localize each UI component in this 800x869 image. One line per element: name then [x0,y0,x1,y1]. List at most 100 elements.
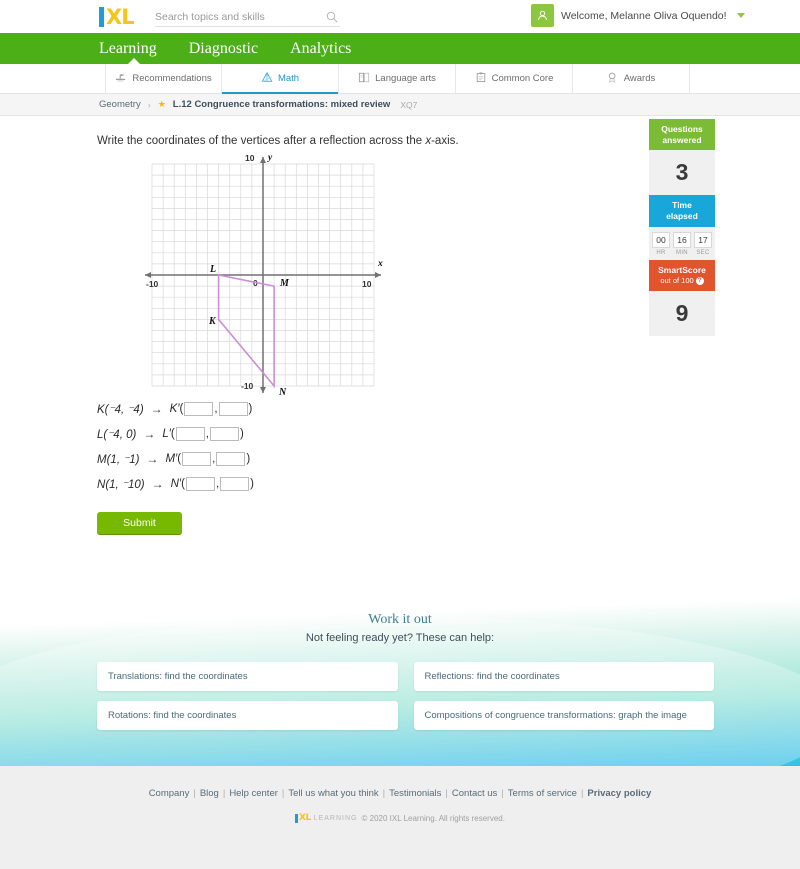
nav-item-analytics[interactable]: Analytics [290,33,351,64]
arrow-icon: → [143,426,156,441]
tab-awards[interactable]: Awards [573,64,690,93]
work-it-out-section: Work it out Not feeling ready yet? These… [0,598,800,766]
ixl-logo[interactable]: XL [99,6,135,27]
help-link-compositions[interactable]: Compositions of congruence transformatio… [413,701,714,730]
footer-link-company[interactable]: Company [149,788,190,799]
search-input[interactable] [155,10,315,23]
footer-link-help-center[interactable]: Help center [229,788,278,799]
answer-input-x[interactable] [175,426,205,441]
time-sec-value: 17 [694,231,712,248]
nav-item-diagnostic[interactable]: Diagnostic [189,33,258,64]
time-min-unit: MIN [676,249,688,256]
top-header: XL Welcome, Melanne Oliva Oquendo! [0,0,800,33]
coordinate-graph: x y -10 10 10 -10 0 L M K N [140,146,390,406]
chevron-down-icon[interactable] [736,13,745,18]
vertex-label-N: N [278,387,287,398]
x-tick-pos10: 10 [362,279,372,289]
skill-code: XQ7 [400,99,418,110]
math-icon [261,71,273,86]
smartscore-sub-text: out of 100 [660,276,694,286]
help-link-translations[interactable]: Translations: find the coordinates [97,662,398,691]
vertex-coords: (⁻4, 0) [103,428,137,441]
answer-input-y[interactable] [218,401,248,416]
open-paren: ( [179,402,184,415]
close-paren: ) [239,427,244,440]
footer-link-privacy[interactable]: Privacy policy [587,788,651,799]
footer-link-terms[interactable]: Terms of service [508,788,577,799]
comma: , [205,427,209,440]
comma: , [214,402,218,415]
y-tick-neg10: -10 [241,381,254,391]
help-link-rotations[interactable]: Rotations: find the coordinates [97,701,398,730]
answer-input-x[interactable] [184,401,214,416]
footer-copyright: XL LEARNING © 2020 IXL Learning. All righ… [0,813,800,823]
tab-math[interactable]: Math [222,64,339,94]
breadcrumb-current: L.12 Congruence transformations: mixed r… [172,99,391,110]
primary-nav: Learning Diagnostic Analytics [0,33,800,65]
tab-common-core[interactable]: Common Core [456,64,573,93]
footer-link-feedback[interactable]: Tell us what you think [288,788,378,799]
work-it-out-subtitle: Not feeling ready yet? These can help: [305,632,495,644]
footer-link-testimonials[interactable]: Testimonials [389,788,441,799]
tab-label: Common Core [491,73,554,84]
vertex-name: K [97,403,105,416]
work-it-out-title: Work it out [368,612,432,627]
open-paren: ( [177,452,182,465]
vertex-label-L: L [209,264,216,275]
comma: , [215,477,220,490]
answer-row: K(⁻4, ⁻4) → K′ ( , ) [97,396,254,421]
answer-input-x[interactable] [185,476,215,491]
tab-label: Recommendations [132,73,212,84]
close-paren: ) [248,402,253,415]
time-elapsed-header: Time elapsed [649,195,715,227]
y-tick-pos10: 10 [245,153,255,163]
help-link-reflections[interactable]: Reflections: find the coordinates [413,662,714,691]
book-icon [358,72,370,86]
tab-recommendations[interactable]: Recommendations [105,64,222,93]
answer-row: M(1, ⁻1) → M′ ( , ) [97,446,254,471]
footer-link-blog[interactable]: Blog [200,788,219,799]
question-suffix: -axis. [431,135,459,147]
score-panel: Questions answered 3 Time elapsed 00 HR 16… [649,119,715,336]
questions-answered-value: 3 [649,150,715,196]
answer-input-y[interactable] [216,451,246,466]
time-min-value: 16 [673,231,691,248]
footer-logo: XL LEARNING [295,813,357,823]
tab-label: Language arts [375,73,436,84]
welcome-text: Welcome, Melanne Oliva Oquendo! [561,9,727,22]
submit-button[interactable]: Submit [97,512,182,534]
vertex-coords: (1, ⁻1) [106,453,140,466]
tab-language-arts[interactable]: Language arts [339,64,456,93]
answer-input-x[interactable] [182,451,212,466]
time-sec-unit: SEC [696,249,710,256]
image-vertex-name: L′ [162,427,171,440]
avatar [531,4,554,27]
help-links-grid: Translations: find the coordinates Refle… [0,644,800,730]
x-tick-neg10: -10 [146,279,159,289]
answer-row: N(1, ⁻10) → N′ ( , ) [97,471,254,496]
time-hr-unit: HR [656,249,666,256]
search-box[interactable] [155,7,340,27]
help-icon[interactable]: ? [695,277,704,286]
secondary-nav: Recommendations Math Language arts Commo… [0,64,800,94]
footer-link-contact-us[interactable]: Contact us [452,788,497,799]
recommendations-icon [115,72,127,86]
time-hr-value: 00 [652,231,670,248]
main-content: Write the coordinates of the vertices af… [0,116,800,598]
clipboard-icon [475,72,487,86]
answer-input-y[interactable] [209,426,239,441]
search-icon[interactable] [326,10,338,28]
axes [145,157,381,393]
answer-input-y[interactable] [220,476,250,491]
logo-bar [99,6,104,27]
user-menu[interactable]: Welcome, Melanne Oliva Oquendo! [531,4,745,27]
breadcrumb: Geometry › ★ L.12 Congruence transformat… [0,94,800,116]
y-axis-label: y [267,153,273,163]
x-axis-label: x [377,259,383,269]
footer-logo-word: LEARNING [313,814,358,822]
time-sec: 17 SEC [694,231,712,256]
time-elapsed-label: Time [672,200,692,211]
image-vertex-name: N′ [170,477,182,490]
image-vertex-name: K′ [169,402,180,415]
breadcrumb-parent[interactable]: Geometry [99,99,141,110]
